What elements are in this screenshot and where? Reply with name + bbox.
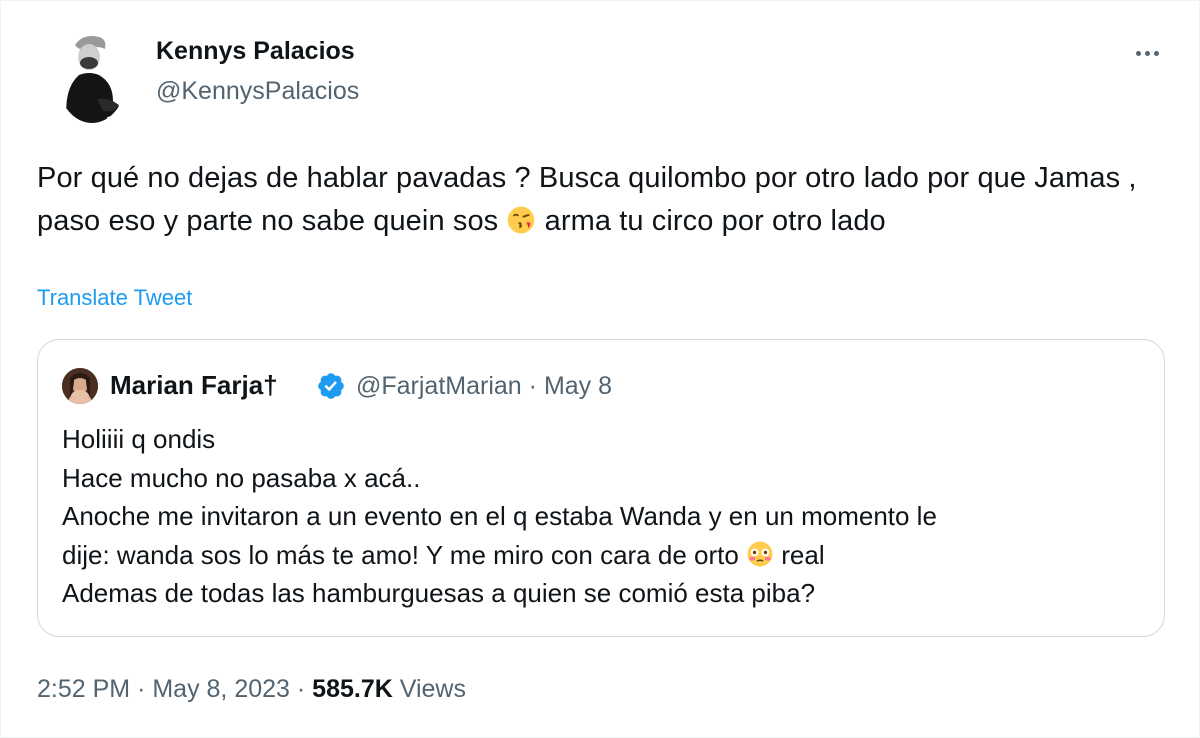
quoted-line-with-emoji: dije: wanda sos lo más te amo! Y me miro… xyxy=(62,536,1142,575)
quoted-text: Holiiii q ondis Hace mucho no pasaba x a… xyxy=(62,420,1142,613)
quoted-author-handle[interactable]: @FarjatMarian xyxy=(356,372,522,400)
meta-separator: · xyxy=(528,372,537,400)
views-label: Views xyxy=(399,675,466,703)
tweet-text: Por qué no dejas de hablar pavadas ? Bus… xyxy=(37,157,1157,243)
author-name[interactable]: Kennys Palacios xyxy=(156,37,355,66)
views-count: 585.7K xyxy=(312,675,393,703)
tweet-date[interactable]: May 8, 2023 xyxy=(152,675,290,703)
author-avatar[interactable] xyxy=(57,31,127,123)
face-blowing-kiss-icon xyxy=(508,206,535,234)
tweet-time[interactable]: 2:52 PM xyxy=(37,675,130,703)
verified-badge-icon xyxy=(318,373,344,399)
tweet-text-part2: arma tu circo por otro lado xyxy=(536,205,886,237)
author-handle[interactable]: @KennysPalacios xyxy=(156,77,359,106)
tweet-footer: 2:52 PM · May 8, 2023 · 585.7K Views xyxy=(37,675,466,704)
quoted-author-avatar[interactable] xyxy=(62,368,98,404)
more-options-icon[interactable] xyxy=(1129,41,1165,65)
quoted-line: Anoche me invitaron a un evento en el q … xyxy=(62,501,937,531)
quoted-line: Holiiii q ondis xyxy=(62,424,216,454)
translate-tweet-link[interactable]: Translate Tweet xyxy=(37,285,192,311)
tweet-card: Kennys Palacios @KennysPalacios Por qué … xyxy=(0,0,1200,738)
quoted-line-text: dije: wanda sos lo más te amo! Y me miro… xyxy=(62,539,739,570)
quoted-line-suffix: real xyxy=(774,539,825,570)
quoted-meta: @FarjatMarian · May 8 xyxy=(356,372,612,401)
quoted-line: Ademas de todas las hamburguesas a quien… xyxy=(62,578,816,608)
flushed-face-icon xyxy=(747,541,773,566)
footer-separator: · xyxy=(137,675,146,703)
quoted-author-name[interactable]: Marian Farja† xyxy=(110,370,278,401)
quoted-date[interactable]: May 8 xyxy=(544,372,612,400)
quoted-tweet[interactable]: Marian Farja† @FarjatMarian · May 8 Holi… xyxy=(37,339,1165,637)
quoted-line: Hace mucho no pasaba x acá.. xyxy=(62,462,421,493)
footer-separator: · xyxy=(296,675,306,703)
